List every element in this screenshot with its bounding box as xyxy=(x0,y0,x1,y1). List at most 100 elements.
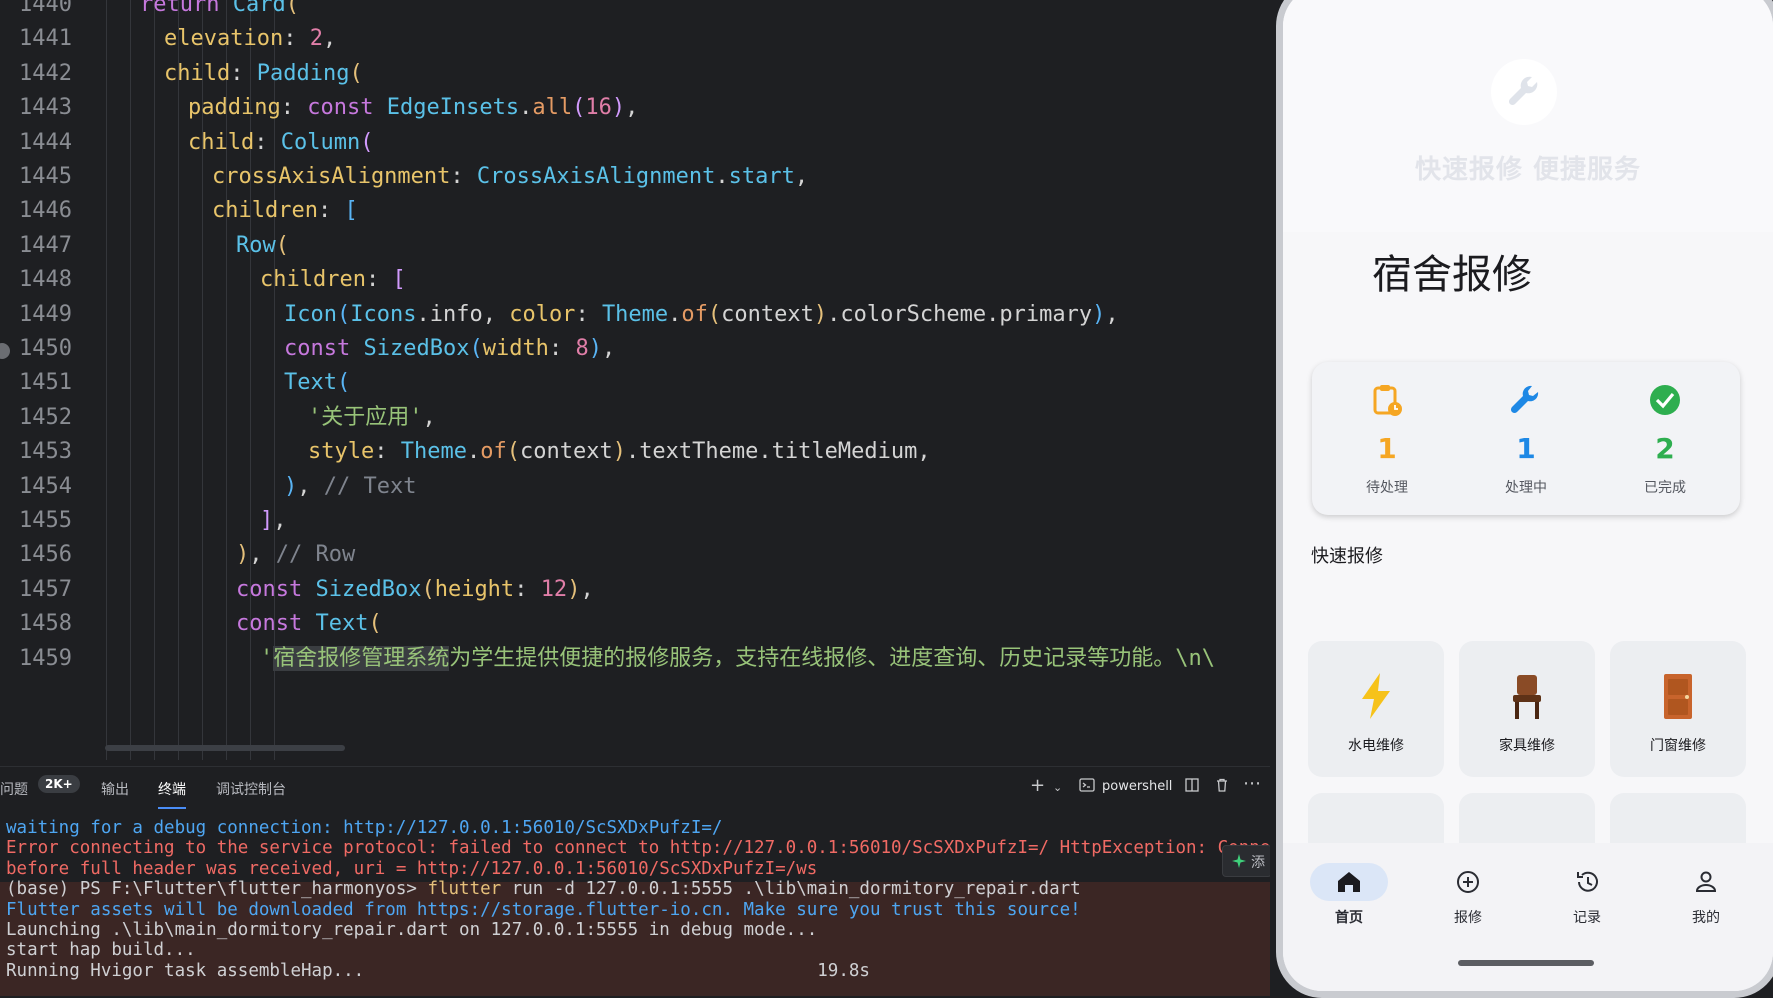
ai-assist-chip[interactable]: 添 xyxy=(1222,845,1272,877)
code-text: ), // Row xyxy=(236,542,356,568)
code-line[interactable]: 1457 const SizedBox(height: 12), xyxy=(0,571,1270,609)
add-terminal-button[interactable]: + xyxy=(1030,775,1045,796)
code-line[interactable]: 1443 padding: const EdgeInsets.all(16), xyxy=(0,89,1270,127)
stat-completed-label: 已完成 xyxy=(1644,480,1686,496)
tab-terminal[interactable]: 终端 xyxy=(158,779,186,809)
line-number[interactable]: 1442 xyxy=(0,55,72,93)
tab-output[interactable]: 输出 xyxy=(101,779,129,799)
code-line[interactable]: 1448 children: [ xyxy=(0,261,1270,299)
clipboard-clock-icon xyxy=(1373,385,1402,416)
line-number[interactable]: 1448 xyxy=(0,261,72,299)
panel-tab-bar: 问题 2K+ 输出 终端 调试控制台 + ⌄ powershell ⋯ xyxy=(0,766,1270,809)
bottom-navigation: 首页 报修 记录 我的 xyxy=(1283,843,1773,991)
nav-report-label: 报修 xyxy=(1454,910,1482,926)
code-text: Row( xyxy=(236,232,289,258)
phone-emulator: 快速报修 便捷服务 宿舍报修 1 待处理 1 处理中 2 已完成 快速报修 水电… xyxy=(1276,0,1773,998)
problems-count-badge: 2K+ xyxy=(38,775,80,793)
terminal-line: Running Hvigor task assembleHap... 19.8s xyxy=(6,960,870,981)
line-number[interactable]: 1445 xyxy=(0,158,72,196)
split-terminal-icon[interactable] xyxy=(1184,777,1200,798)
line-number[interactable]: 1444 xyxy=(0,124,72,162)
history-icon xyxy=(1548,863,1626,901)
code-line[interactable]: 1445 crossAxisAlignment: CrossAxisAlignme… xyxy=(0,158,1270,196)
chair-icon xyxy=(1513,675,1541,719)
stat-pending[interactable]: 1 待处理 xyxy=(1322,362,1452,515)
quick-repair-heading: 快速报修 xyxy=(1311,546,1383,567)
code-text: '关于应用', xyxy=(308,404,436,430)
code-text: Icon(Icons.info, color: Theme.of(context… xyxy=(284,301,1119,327)
code-line[interactable]: 1442 child: Padding( xyxy=(0,55,1270,93)
code-line[interactable]: 1458 const Text( xyxy=(0,605,1270,643)
line-number[interactable]: 1457 xyxy=(0,571,72,609)
code-text: children: [ xyxy=(260,267,406,293)
chevron-down-icon[interactable]: ⌄ xyxy=(1053,781,1062,794)
terminal-output[interactable]: waiting for a debug connection: http://1… xyxy=(0,812,1291,996)
line-number[interactable]: 1450 xyxy=(0,330,72,368)
code-line[interactable]: 1444 child: Column( xyxy=(0,124,1270,162)
line-number[interactable]: 1451 xyxy=(0,364,72,402)
door-icon xyxy=(1664,674,1692,719)
nav-home-label: 首页 xyxy=(1335,910,1363,926)
tile-door-window[interactable]: 门窗维修 xyxy=(1610,641,1746,777)
lightning-icon xyxy=(1362,673,1390,719)
code-line[interactable]: 1441 elevation: 2, xyxy=(0,20,1270,58)
shell-label[interactable]: powershell xyxy=(1102,779,1172,794)
code-line[interactable]: 1447 Row( xyxy=(0,227,1270,265)
stat-in-progress[interactable]: 1 处理中 xyxy=(1461,362,1591,515)
line-number[interactable]: 1441 xyxy=(0,20,72,58)
line-number[interactable]: 1455 xyxy=(0,502,72,540)
code-text: elevation: 2, xyxy=(164,26,337,52)
tab-problems[interactable]: 问题 xyxy=(0,779,28,799)
nav-history-label: 记录 xyxy=(1573,910,1601,926)
code-line[interactable]: 1453 style: Theme.of(context).textTheme.t… xyxy=(0,433,1270,471)
code-text: Text( xyxy=(284,370,351,396)
check-circle-icon xyxy=(1650,385,1680,415)
line-number[interactable]: 1443 xyxy=(0,89,72,127)
nav-report[interactable]: 报修 xyxy=(1408,863,1528,927)
stat-in-progress-label: 处理中 xyxy=(1505,480,1547,496)
horizontal-scrollbar[interactable] xyxy=(105,745,345,751)
code-editor[interactable]: 1440 return Card(1441 elevation: 2, 1442 chi… xyxy=(0,0,1270,760)
code-line[interactable]: 1449 Icon(Icons.info, color: Theme.of(con… xyxy=(0,296,1270,334)
tile-furniture[interactable]: 家具维修 xyxy=(1459,641,1595,777)
tab-debug-console[interactable]: 调试控制台 xyxy=(216,779,286,799)
code-line[interactable]: 1450 const SizedBox(width: 8), xyxy=(0,330,1270,368)
trash-icon[interactable] xyxy=(1214,777,1230,798)
line-number[interactable]: 1456 xyxy=(0,536,72,574)
line-number[interactable]: 1458 xyxy=(0,605,72,643)
nav-profile-label: 我的 xyxy=(1692,910,1720,926)
code-text: ), // Text xyxy=(284,473,417,499)
code-line[interactable]: 1446 children: [ xyxy=(0,192,1270,230)
code-text: style: Theme.of(context).textTheme.title… xyxy=(308,439,931,465)
nav-home[interactable]: 首页 xyxy=(1289,863,1409,927)
line-number[interactable]: 1459 xyxy=(0,640,72,678)
line-number[interactable]: 1454 xyxy=(0,468,72,506)
more-actions-icon[interactable]: ⋯ xyxy=(1243,773,1261,794)
line-number[interactable]: 1449 xyxy=(0,296,72,334)
code-text: child: Padding( xyxy=(164,60,363,86)
line-number[interactable]: 1447 xyxy=(0,227,72,265)
nav-profile[interactable]: 我的 xyxy=(1646,863,1766,927)
sparkle-icon xyxy=(1232,854,1246,868)
code-line[interactable]: 1454 ), // Text xyxy=(0,468,1270,506)
stat-in-progress-value: 1 xyxy=(1516,432,1536,465)
code-line[interactable]: 1452 '关于应用', xyxy=(0,399,1270,437)
stat-pending-label: 待处理 xyxy=(1366,480,1408,496)
tile-plumbing-electric[interactable]: 水电维修 xyxy=(1308,641,1444,777)
home-indicator[interactable] xyxy=(1458,960,1594,966)
stat-completed[interactable]: 2 已完成 xyxy=(1600,362,1730,515)
line-number[interactable]: 1452 xyxy=(0,399,72,437)
code-line[interactable]: 1455], xyxy=(0,502,1270,540)
person-icon xyxy=(1667,863,1745,901)
stat-completed-value: 2 xyxy=(1655,432,1675,465)
tile-label: 门窗维修 xyxy=(1650,738,1706,754)
page-title: 宿舍报修 xyxy=(1372,252,1532,298)
tile-label: 水电维修 xyxy=(1348,738,1404,754)
code-line[interactable]: 1456 ), // Row xyxy=(0,536,1270,574)
code-line[interactable]: 1459 '宿舍报修管理系统为学生提供便捷的报修服务，支持在线报修、进度查询、历史… xyxy=(0,640,1270,678)
nav-history[interactable]: 记录 xyxy=(1527,863,1647,927)
line-number[interactable]: 1453 xyxy=(0,433,72,471)
line-number[interactable]: 1446 xyxy=(0,192,72,230)
terminal-icon xyxy=(1079,777,1095,797)
code-line[interactable]: 1451 Text( xyxy=(0,364,1270,402)
